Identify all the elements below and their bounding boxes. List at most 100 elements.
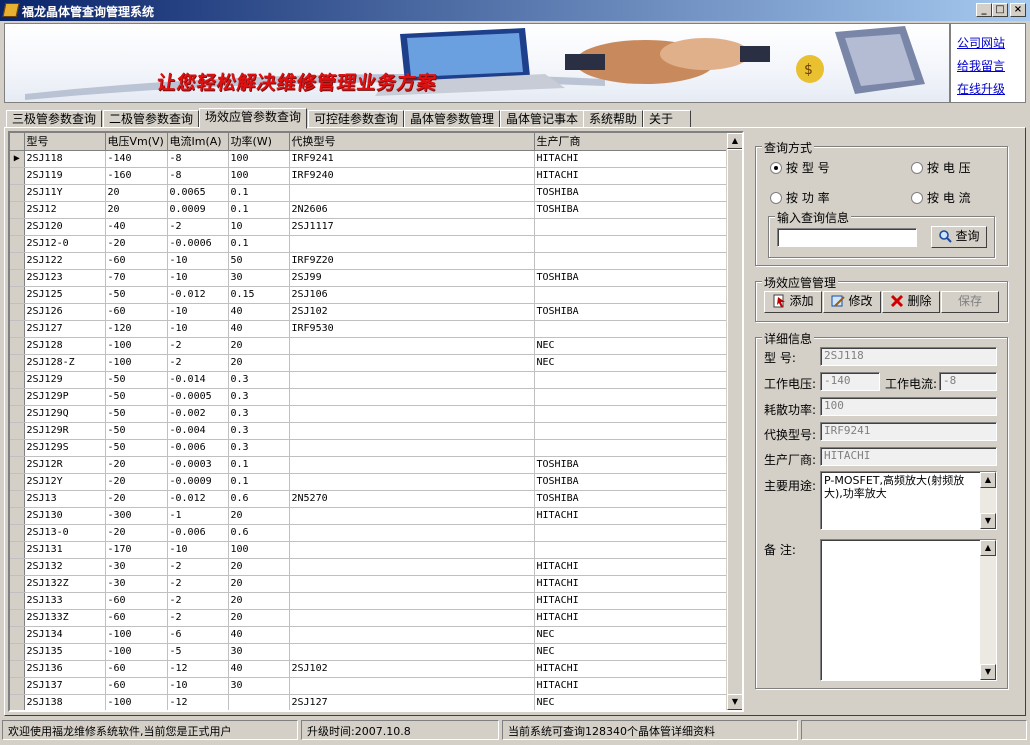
table-row[interactable]: 2SJ130 -300 -1 20 HITACHI (10, 507, 727, 525)
row-indicator[interactable] (10, 320, 25, 338)
table-cell[interactable]: -0.0003 (167, 456, 229, 474)
scroll-down-icon[interactable]: ▼ (727, 694, 742, 710)
table-row[interactable]: 2SJ131 -170 -10 100 (10, 541, 727, 559)
table-cell[interactable]: -2 (167, 354, 229, 372)
table-cell[interactable]: 2SJ135 (24, 643, 106, 661)
table-row[interactable]: 2SJ12-0 -20 -0.0006 0.1 (10, 235, 727, 253)
leave-message-link[interactable]: 给我留言 (957, 57, 1005, 74)
table-cell[interactable]: -10 (167, 252, 229, 270)
table-cell[interactable]: -0.0006 (167, 235, 229, 253)
table-cell[interactable]: 2SJ129S (24, 439, 106, 457)
table-cell[interactable]: 2SJ125 (24, 286, 106, 304)
row-indicator[interactable] (10, 405, 25, 423)
table-cell[interactable]: -100 (105, 337, 168, 355)
table-cell[interactable] (289, 677, 535, 695)
table-cell[interactable] (289, 643, 535, 661)
table-cell[interactable] (289, 422, 535, 440)
company-website-link[interactable]: 公司网站 (957, 34, 1005, 51)
tab-scr-query[interactable]: 可控硅参数查询 (308, 110, 405, 128)
save-button[interactable]: 保存 (941, 291, 999, 313)
table-cell[interactable]: HITACHI (534, 167, 727, 185)
table-cell[interactable]: IRF9240 (289, 167, 535, 185)
table-cell[interactable]: 0.1 (228, 235, 290, 253)
table-cell[interactable]: -100 (105, 694, 168, 710)
table-cell[interactable]: 2SJ128-Z (24, 354, 106, 372)
table-cell[interactable]: 100 (228, 541, 290, 559)
row-indicator[interactable] (10, 490, 25, 508)
table-row[interactable]: 2SJ133Z -60 -2 20 HITACHI (10, 609, 727, 627)
row-indicator[interactable] (10, 167, 25, 185)
column-header[interactable]: 电压Vm(V) (105, 133, 168, 151)
note-scrollbar[interactable]: ▲ ▼ (980, 540, 996, 680)
table-cell[interactable]: 20 (105, 184, 168, 202)
table-cell[interactable]: NEC (534, 626, 727, 644)
table-cell[interactable]: 50 (228, 252, 290, 270)
table-cell[interactable]: 2SJ102 (289, 303, 535, 321)
table-row[interactable]: 2SJ120 -40 -2 10 2SJ1117 (10, 218, 727, 236)
fet-data-grid[interactable]: 型号 电压Vm(V) 电流Im(A) 功率(W) 代换型号 生产厂商 ▶ 2SJ1… (8, 131, 744, 712)
table-cell[interactable] (534, 405, 727, 423)
table-cell[interactable]: -0.014 (167, 371, 229, 389)
table-cell[interactable]: 2SJ127 (24, 320, 106, 338)
table-cell[interactable]: 0.15 (228, 286, 290, 304)
table-cell[interactable]: -120 (105, 320, 168, 338)
table-cell[interactable]: -100 (105, 643, 168, 661)
table-cell[interactable]: -0.002 (167, 405, 229, 423)
usage-textarea[interactable]: P-MOSFET,高频放大(射频放大),功率放大 ▲ ▼ (820, 471, 997, 530)
table-row[interactable]: 2SJ129Q -50 -0.002 0.3 (10, 405, 727, 423)
table-cell[interactable]: 2SJ132Z (24, 575, 106, 593)
table-cell[interactable]: 2SJ133Z (24, 609, 106, 627)
row-indicator[interactable] (10, 558, 25, 576)
scroll-up-icon[interactable]: ▲ (727, 133, 742, 149)
table-cell[interactable]: 2N2606 (289, 201, 535, 219)
table-row[interactable]: 2SJ12Y -20 -0.0009 0.1 TOSHIBA (10, 473, 727, 491)
table-row[interactable]: 2SJ129S -50 -0.006 0.3 (10, 439, 727, 457)
table-cell[interactable]: -20 (105, 473, 168, 491)
power-field[interactable]: 100 (820, 397, 997, 416)
scroll-up-icon[interactable]: ▲ (980, 472, 996, 488)
scroll-down-icon[interactable]: ▼ (980, 664, 996, 680)
table-cell[interactable]: 2SJ132 (24, 558, 106, 576)
row-indicator[interactable] (10, 388, 25, 406)
table-cell[interactable]: 2SJ129P (24, 388, 106, 406)
table-cell[interactable] (534, 286, 727, 304)
table-cell[interactable]: -2 (167, 609, 229, 627)
maker-field[interactable]: HITACHI (820, 447, 997, 466)
table-cell[interactable]: 0.3 (228, 405, 290, 423)
table-cell[interactable]: 0.6 (228, 524, 290, 542)
table-row[interactable]: 2SJ135 -100 -5 30 NEC (10, 643, 727, 661)
table-cell[interactable]: -5 (167, 643, 229, 661)
table-cell[interactable]: 20 (228, 337, 290, 355)
table-cell[interactable]: -60 (105, 303, 168, 321)
substitute-field[interactable]: IRF9241 (820, 422, 997, 441)
table-cell[interactable]: 0.1 (228, 184, 290, 202)
table-row[interactable]: 2SJ125 -50 -0.012 0.15 2SJ106 (10, 286, 727, 304)
table-row[interactable]: 2SJ132 -30 -2 20 HITACHI (10, 558, 727, 576)
table-cell[interactable] (289, 507, 535, 525)
table-cell[interactable]: 2SJ134 (24, 626, 106, 644)
table-cell[interactable]: 2SJ99 (289, 269, 535, 287)
table-row[interactable]: 2SJ13-0 -20 -0.006 0.6 (10, 524, 727, 542)
table-cell[interactable]: -0.004 (167, 422, 229, 440)
row-indicator[interactable] (10, 235, 25, 253)
row-indicator[interactable] (10, 677, 25, 695)
table-cell[interactable]: 0.3 (228, 439, 290, 457)
table-cell[interactable]: 0.1 (228, 456, 290, 474)
table-row[interactable]: 2SJ138 -100 -12 2SJ127 NEC (10, 694, 727, 710)
table-cell[interactable]: TOSHIBA (534, 184, 727, 202)
radio-by-voltage[interactable]: 按 电 压 (911, 159, 971, 176)
row-indicator[interactable] (10, 337, 25, 355)
table-cell[interactable] (289, 575, 535, 593)
scroll-down-icon[interactable]: ▼ (980, 513, 996, 529)
row-indicator[interactable] (10, 371, 25, 389)
table-cell[interactable]: 20 (228, 609, 290, 627)
column-header[interactable]: 型号 (24, 133, 106, 151)
table-cell[interactable]: -50 (105, 371, 168, 389)
table-cell[interactable]: 2N5270 (289, 490, 535, 508)
table-cell[interactable] (534, 541, 727, 559)
table-cell[interactable]: -20 (105, 456, 168, 474)
table-row[interactable]: 2SJ132Z -30 -2 20 HITACHI (10, 575, 727, 593)
table-cell[interactable]: HITACHI (534, 592, 727, 610)
table-cell[interactable] (289, 456, 535, 474)
table-row[interactable]: 2SJ128 -100 -2 20 NEC (10, 337, 727, 355)
